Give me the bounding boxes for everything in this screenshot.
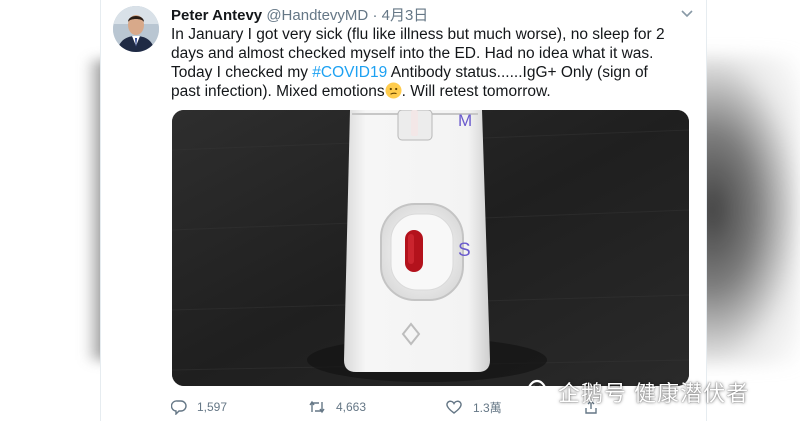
watermark-text: 企鹅号 健康潜伏者 xyxy=(558,381,750,406)
antibody-test-photo: M S xyxy=(172,110,689,386)
tweet-text-line: Today I checked my #COVID19 Antibody sta… xyxy=(171,63,691,82)
avatar[interactable] xyxy=(113,6,159,52)
reply-count: 1,597 xyxy=(197,400,228,414)
caret-down-icon xyxy=(681,10,693,18)
tweet-text-segment: Today I checked my xyxy=(171,64,313,81)
retweet-count: 4,663 xyxy=(336,400,367,414)
tweet-header: Peter Antevy @HandtevyMD · 4月3日 xyxy=(171,6,696,26)
hashtag-link[interactable]: #COVID19 xyxy=(312,64,387,81)
tweet-date[interactable]: 4月3日 xyxy=(382,7,429,24)
avatar-photo xyxy=(113,6,159,52)
like-button[interactable]: 1.3萬 xyxy=(445,396,502,418)
header-separator: · xyxy=(372,7,378,24)
like-count: 1.3萬 xyxy=(473,400,502,415)
tweet-text-line: past infection). Mixed emotions . Will re… xyxy=(171,82,691,101)
watermark: 企鹅号 健康潜伏者 xyxy=(522,372,792,412)
penguin-icon xyxy=(526,379,548,407)
author-handle[interactable]: @HandtevyMD xyxy=(266,7,368,24)
test-label-s: S xyxy=(458,240,471,261)
more-options-button[interactable] xyxy=(678,4,696,22)
author-name[interactable]: Peter Antevy xyxy=(171,7,262,24)
retweet-button[interactable]: 4,663 xyxy=(308,396,366,418)
test-label-m: M xyxy=(458,111,472,130)
tweet-text-segment: Antibody status......IgG+ Only (sign of xyxy=(387,64,648,81)
confused-face-icon xyxy=(385,82,402,99)
tweet-text-segment: . Will retest tomorrow. xyxy=(401,83,551,100)
reply-button[interactable]: 1,597 xyxy=(171,396,227,418)
tweet-card[interactable]: Peter Antevy @HandtevyMD · 4月3日 In Janua… xyxy=(100,0,707,421)
retweet-icon xyxy=(309,400,325,414)
tweet-text-segment: past infection). Mixed emotions xyxy=(171,83,385,100)
tweet-text-line: In January I got very sick (flu like ill… xyxy=(171,26,665,43)
like-icon xyxy=(446,400,462,414)
tweet-text-line: days and almost checked myself into the … xyxy=(171,45,654,62)
tweet-text: In January I got very sick (flu like ill… xyxy=(171,25,691,101)
tweet-photo[interactable]: M S xyxy=(172,110,689,386)
reply-icon xyxy=(171,400,187,415)
